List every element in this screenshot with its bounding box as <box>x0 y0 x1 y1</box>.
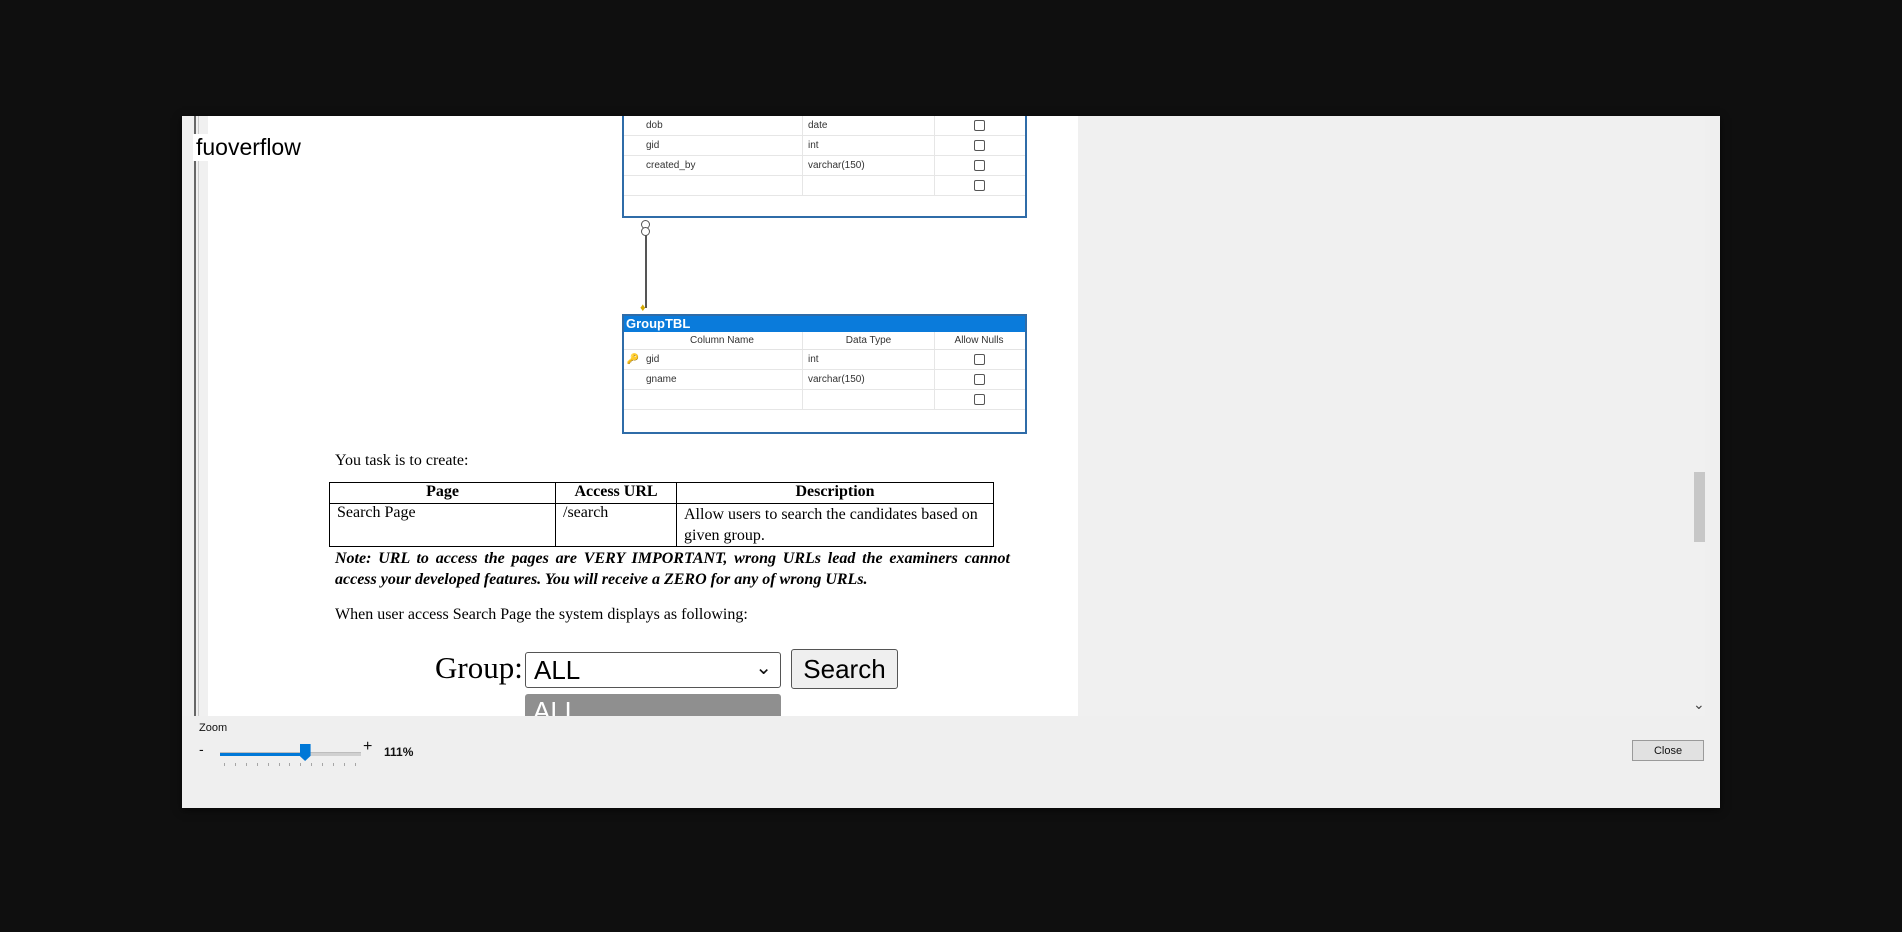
url-note: Note: URL to access the pages are VERY I… <box>335 550 1010 588</box>
task-cell-url: /search <box>555 503 677 547</box>
er-table-candidate: dob date gid int created_by varchar(150) <box>622 116 1027 218</box>
image-viewer-window: dob date gid int created_by varchar(150) ♦ Gr… <box>182 116 1720 808</box>
column-name-cell <box>642 176 803 195</box>
allow-nulls-cell <box>935 350 1023 369</box>
primary-key-icon <box>624 390 642 409</box>
allow-nulls-checkbox <box>973 140 985 151</box>
page-edge-line <box>194 116 196 716</box>
data-type-cell <box>803 176 935 195</box>
primary-key-icon <box>624 156 642 175</box>
primary-key-icon: 🔑 <box>626 354 640 365</box>
allow-nulls-checkbox <box>973 354 985 365</box>
group-selected-value: ALL <box>534 655 581 685</box>
data-type-cell <box>803 390 935 409</box>
scroll-down-arrow-icon[interactable]: ⌄ <box>1693 696 1705 713</box>
zoom-slider-thumb[interactable] <box>299 744 311 761</box>
scrollbar-thumb[interactable] <box>1694 472 1705 542</box>
relationship-key-icon: ♦ <box>640 302 646 314</box>
column-name-cell: created_by <box>642 156 803 175</box>
app-title-overlay: fuoverflow <box>193 134 304 161</box>
data-type-header: Data Type <box>803 332 935 349</box>
table-row: gname varchar(150) <box>624 370 1025 390</box>
task-cell-desc: Allow users to search the candidates bas… <box>676 503 994 547</box>
task-header-page: Page <box>329 482 556 504</box>
zoom-out-button[interactable]: - <box>199 741 204 757</box>
relationship-line <box>645 224 647 308</box>
allow-nulls-cell <box>935 390 1023 409</box>
allow-nulls-cell <box>935 176 1023 195</box>
allow-nulls-cell <box>935 116 1023 135</box>
primary-key-icon <box>624 370 642 389</box>
primary-key-icon <box>624 136 642 155</box>
search-button-mock: Search <box>791 649 898 689</box>
column-name-cell: gid <box>642 350 803 369</box>
group-table-columns: Column Name Data Type Allow Nulls <box>624 332 1025 350</box>
primary-key-icon <box>624 116 642 135</box>
task-header-desc: Description <box>676 482 994 504</box>
column-name-header: Column Name <box>642 332 803 349</box>
vertical-scrollbar[interactable]: ⌄ <box>1690 116 1705 716</box>
data-type-cell: int <box>803 350 935 369</box>
image-canvas: dob date gid int created_by varchar(150) ♦ Gr… <box>182 116 1705 716</box>
column-name-cell: gid <box>642 136 803 155</box>
allow-nulls-cell <box>935 370 1023 389</box>
display-intro: When user access Search Page the system … <box>335 606 748 623</box>
data-type-cell: int <box>803 136 935 155</box>
zoom-in-button[interactable]: + <box>363 738 372 756</box>
table-row: Search Page /search Allow users to searc… <box>329 503 994 547</box>
page-edge-line-inner <box>198 116 199 716</box>
column-name-cell: gname <box>642 370 803 389</box>
close-button[interactable]: Close <box>1632 740 1704 761</box>
table-row: created_by varchar(150) <box>624 156 1025 176</box>
zoom-slider-fill <box>220 753 305 756</box>
zoom-value: 111% <box>384 745 414 759</box>
allow-nulls-cell <box>935 156 1023 175</box>
table-row: dob date <box>624 116 1025 136</box>
task-cell-page: Search Page <box>329 503 556 547</box>
primary-key-icon <box>624 176 642 195</box>
task-intro: You task is to create: <box>335 452 469 469</box>
zoom-ticks <box>224 763 356 767</box>
column-name-cell: dob <box>642 116 803 135</box>
table-row: 🔑 gid int <box>624 350 1025 370</box>
allow-nulls-checkbox <box>973 160 985 171</box>
allow-nulls-checkbox <box>973 120 985 131</box>
allow-nulls-header: Allow Nulls <box>954 335 1004 346</box>
allow-nulls-checkbox <box>973 180 985 191</box>
document-page: dob date gid int created_by varchar(150) ♦ Gr… <box>208 116 1078 716</box>
data-type-cell: varchar(150) <box>803 370 935 389</box>
group-table-title: GroupTBL <box>624 316 1025 332</box>
dropdown-option-mock: ALL <box>525 694 781 716</box>
allow-nulls-cell <box>935 136 1023 155</box>
table-row <box>624 176 1025 196</box>
table-row: gid int <box>624 136 1025 156</box>
allow-nulls-checkbox <box>973 374 985 385</box>
allow-nulls-checkbox <box>973 394 985 405</box>
chevron-down-icon: ⌄ <box>755 657 772 679</box>
group-select-mock: ALL ⌄ <box>525 652 781 688</box>
relationship-many-symbol-2 <box>641 227 650 236</box>
task-header-url: Access URL <box>555 482 677 504</box>
zoom-slider[interactable] <box>220 744 361 761</box>
task-table: Page Access URL Description Search Page … <box>329 482 994 547</box>
table-row <box>624 390 1025 410</box>
data-type-cell: varchar(150) <box>803 156 935 175</box>
er-table-group: GroupTBL Column Name Data Type Allow Nul… <box>622 314 1027 434</box>
zoom-label: Zoom <box>199 722 228 734</box>
group-label: Group: <box>435 650 523 685</box>
data-type-cell: date <box>803 116 935 135</box>
column-name-cell <box>642 390 803 409</box>
